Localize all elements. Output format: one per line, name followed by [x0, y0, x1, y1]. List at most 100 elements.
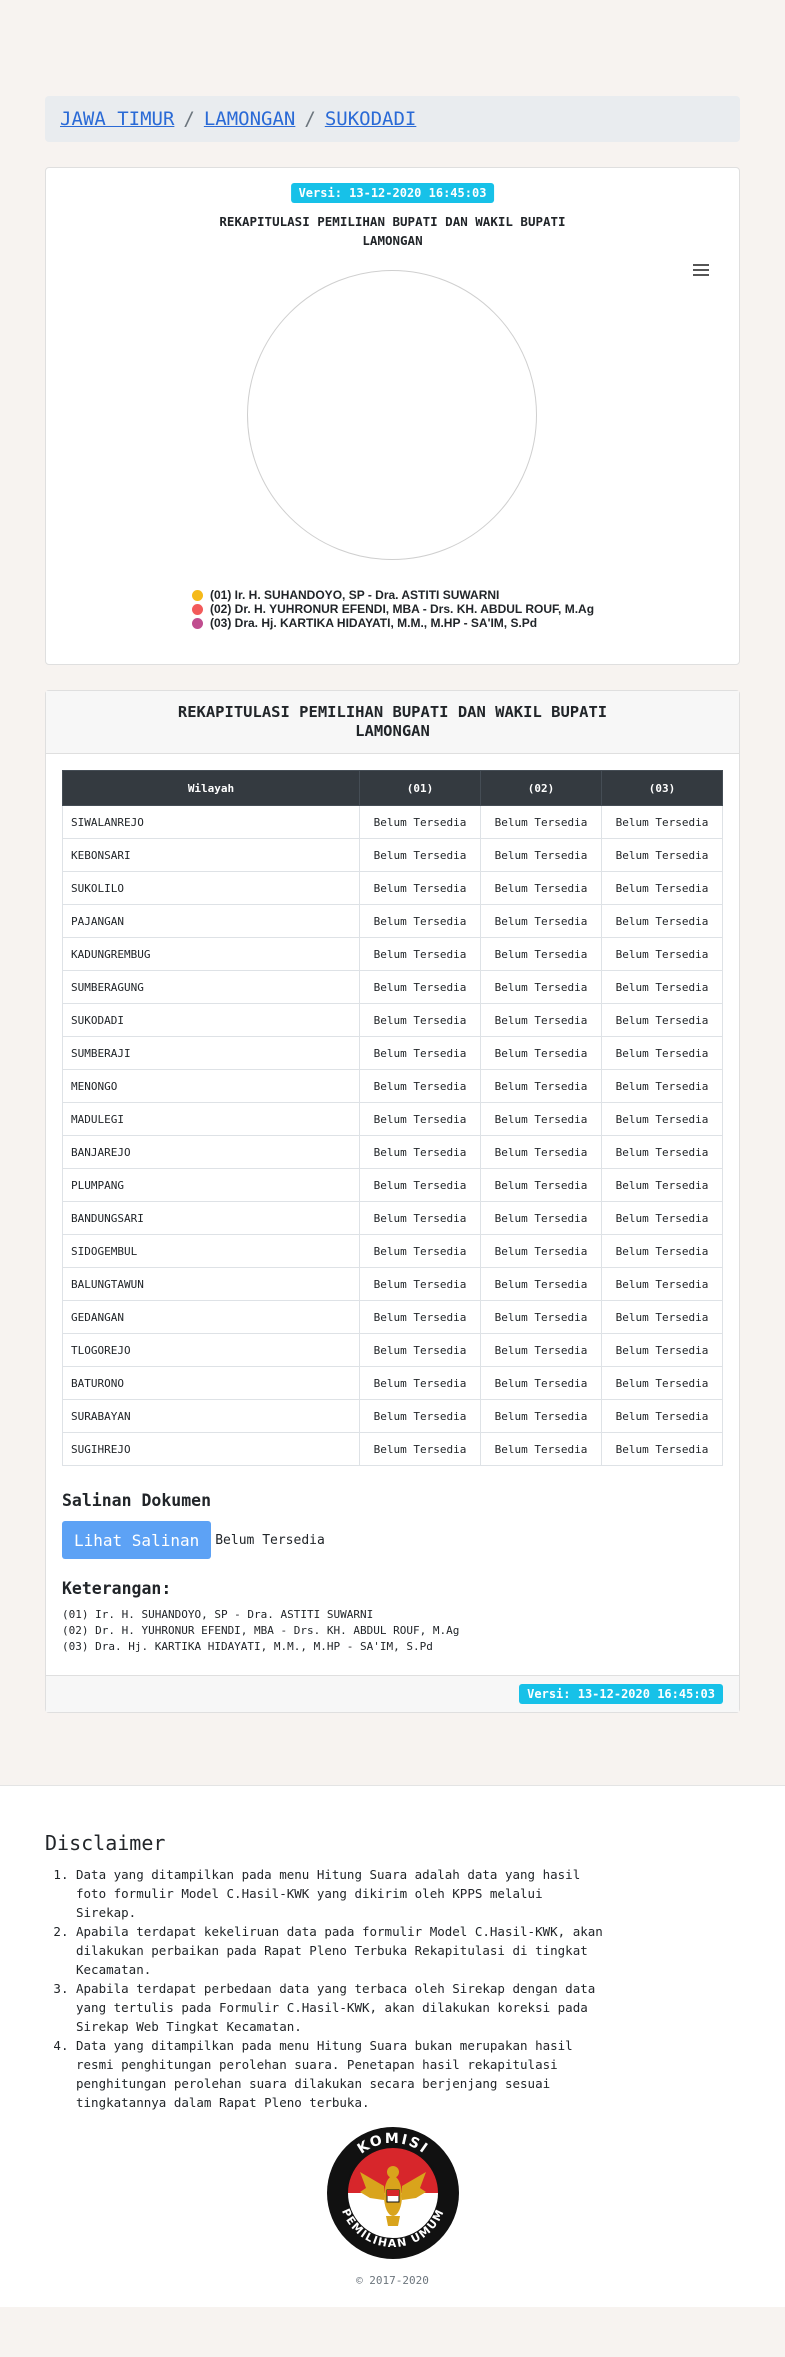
cell-votes-02: Belum Tersedia [480, 904, 602, 938]
table-card-header: REKAPITULASI PEMILIHAN BUPATI DAN WAKIL … [46, 691, 739, 754]
disclaimer-section: Disclaimer Data yang ditampilkan pada me… [0, 1785, 785, 2307]
cell-wilayah: SIWALANREJO [62, 805, 360, 839]
disclaimer-item: Apabila terdapat kekeliruan data pada fo… [76, 1922, 740, 1979]
cell-votes-01: Belum Tersedia [359, 838, 481, 872]
cell-votes-01: Belum Tersedia [359, 1069, 481, 1103]
cell-wilayah: MADULEGI [62, 1102, 360, 1136]
cell-votes-02: Belum Tersedia [480, 1366, 602, 1400]
table-row: SIWALANREJO Belum Tersedia Belum Tersedia B… [62, 805, 723, 839]
cell-votes-03: Belum Tersedia [601, 1168, 723, 1202]
disclaimer-list: Data yang ditampilkan pada menu Hitung S… [45, 1865, 740, 2112]
table-body: SIWALANREJO Belum Tersedia Belum Tersedia B… [62, 805, 723, 1466]
table-row: TLOGOREJO Belum Tersedia Belum Tersedia Bel… [62, 1333, 723, 1367]
cell-votes-03: Belum Tersedia [601, 871, 723, 905]
cell-votes-01: Belum Tersedia [359, 1102, 481, 1136]
cell-votes-02: Belum Tersedia [480, 1135, 602, 1169]
legend-label-02: (02) Dr. H. YUHRONUR EFENDI, MBA - Drs. … [210, 602, 595, 616]
keterangan-item: (02) Dr. H. YUHRONUR EFENDI, MBA - Drs. … [62, 1624, 460, 1637]
cell-wilayah: SUKODADI [62, 1003, 360, 1037]
cell-votes-01: Belum Tersedia [359, 1267, 481, 1301]
cell-votes-03: Belum Tersedia [601, 1333, 723, 1367]
breadcrumb-regency-link[interactable]: LAMONGAN [204, 108, 296, 130]
cell-votes-02: Belum Tersedia [480, 838, 602, 872]
breadcrumb-province-link[interactable]: JAWA TIMUR [60, 108, 174, 130]
cell-votes-02: Belum Tersedia [480, 970, 602, 1004]
cell-votes-01: Belum Tersedia [359, 805, 481, 839]
salinan-title: Salinan Dokumen [62, 1491, 212, 1510]
cell-votes-02: Belum Tersedia [480, 1333, 602, 1367]
cell-votes-03: Belum Tersedia [601, 1267, 723, 1301]
table-row: BANJAREJO Belum Tersedia Belum Tersedia Bel… [62, 1135, 723, 1169]
table-row: BALUNGTAWUN Belum Tersedia Belum Tersedia B… [62, 1267, 723, 1301]
cell-wilayah: BATURONO [62, 1366, 360, 1400]
cell-votes-03: Belum Tersedia [601, 937, 723, 971]
cell-votes-03: Belum Tersedia [601, 1102, 723, 1136]
kpu-logo-icon: KOMISI PEMILIHAN UMUM [326, 2127, 459, 2259]
cell-votes-02: Belum Tersedia [480, 1003, 602, 1037]
cell-votes-03: Belum Tersedia [601, 1432, 723, 1466]
table-row: KEBONSARI Belum Tersedia Belum Tersedia Bel… [62, 838, 723, 872]
cell-wilayah: PLUMPANG [62, 1168, 360, 1202]
legend-item-03[interactable]: (03) Dra. Hj. KARTIKA HIDAYATI, M.M., M.… [192, 616, 594, 630]
table-row: BANDUNGSARI Belum Tersedia Belum Tersedia B… [62, 1201, 723, 1235]
cell-votes-01: Belum Tersedia [359, 1300, 481, 1334]
breadcrumb-district-link[interactable]: SUKODADI [325, 108, 417, 130]
table-row: SIDOGEMBUL Belum Tersedia Belum Tersedia Be… [62, 1234, 723, 1268]
legend-label-03: (03) Dra. Hj. KARTIKA HIDAYATI, M.M., M.… [210, 616, 538, 630]
col-header-wilayah: Wilayah [62, 770, 360, 806]
col-header-03: (03) [601, 770, 723, 806]
results-table: Wilayah (01) (02) (03) SIWALANREJO Belum … [62, 770, 723, 1466]
disclaimer-item: Data yang ditampilkan pada menu Hitung S… [76, 1865, 740, 1922]
table-title-line1: REKAPITULASI PEMILIHAN BUPATI DAN WAKIL … [177, 703, 608, 721]
chart-title: REKAPITULASI PEMILIHAN BUPATI DAN WAKIL … [46, 212, 739, 250]
cell-votes-01: Belum Tersedia [359, 1168, 481, 1202]
salinan-status: Belum Tersedia [215, 1532, 325, 1548]
cell-votes-03: Belum Tersedia [601, 1003, 723, 1037]
chart-title-line2: LAMONGAN [362, 233, 423, 248]
legend-dot-01 [192, 589, 203, 601]
cell-votes-02: Belum Tersedia [480, 1168, 602, 1202]
cell-wilayah: TLOGOREJO [62, 1333, 360, 1367]
cell-votes-02: Belum Tersedia [480, 1201, 602, 1235]
cell-votes-02: Belum Tersedia [480, 1432, 602, 1466]
cell-votes-03: Belum Tersedia [601, 1069, 723, 1103]
cell-votes-01: Belum Tersedia [359, 1003, 481, 1037]
cell-votes-01: Belum Tersedia [359, 970, 481, 1004]
chart-menu-icon[interactable] [693, 264, 709, 276]
cell-votes-03: Belum Tersedia [601, 805, 723, 839]
version-badge: Versi: 13-12-2020 16:45:03 [290, 183, 495, 203]
cell-votes-02: Belum Tersedia [480, 1036, 602, 1070]
cell-wilayah: SUKOLILO [62, 871, 360, 905]
table-row: MENONGO Belum Tersedia Belum Tersedia Belum… [62, 1069, 723, 1103]
cell-wilayah: MENONGO [62, 1069, 360, 1103]
cell-votes-01: Belum Tersedia [359, 1366, 481, 1400]
table-row: KADUNGREMBUG Belum Tersedia Belum Tersedia… [62, 937, 723, 971]
cell-votes-02: Belum Tersedia [480, 871, 602, 905]
results-table-card: REKAPITULASI PEMILIHAN BUPATI DAN WAKIL … [45, 690, 740, 1713]
breadcrumb-separator: / [183, 108, 195, 130]
table-title-line2: LAMONGAN [355, 722, 430, 740]
cell-votes-03: Belum Tersedia [601, 1399, 723, 1433]
table-card-footer: Versi: 13-12-2020 16:45:03 [46, 1675, 739, 1712]
cell-wilayah: GEDANGAN [62, 1300, 360, 1334]
cell-votes-03: Belum Tersedia [601, 904, 723, 938]
table-card-body: Wilayah (01) (02) (03) SIWALANREJO Belum … [46, 754, 739, 1675]
table-row: SUMBERAGUNG Belum Tersedia Belum Tersedia B… [62, 970, 723, 1004]
cell-votes-01: Belum Tersedia [359, 1399, 481, 1433]
breadcrumb-separator: / [304, 108, 316, 130]
col-header-02: (02) [480, 770, 602, 806]
lihat-salinan-button[interactable]: Lihat Salinan [62, 1521, 212, 1559]
legend-item-01[interactable]: (01) Ir. H. SUHANDOYO, SP - Dra. ASTITI … [192, 588, 594, 602]
cell-votes-03: Belum Tersedia [601, 838, 723, 872]
table-row: PLUMPANG Belum Tersedia Belum Tersedia Belu… [62, 1168, 723, 1202]
table-row: SUKODADI Belum Tersedia Belum Tersedia Belu… [62, 1003, 723, 1037]
cell-votes-01: Belum Tersedia [359, 1201, 481, 1235]
disclaimer-title: Disclaimer [45, 1831, 166, 1855]
kpu-logo: KOMISI PEMILIHAN UMUM [45, 2126, 740, 2264]
cell-votes-03: Belum Tersedia [601, 1201, 723, 1235]
cell-votes-03: Belum Tersedia [601, 970, 723, 1004]
legend-dot-02 [192, 603, 203, 615]
cell-votes-02: Belum Tersedia [480, 1399, 602, 1433]
legend-item-02[interactable]: (02) Dr. H. YUHRONUR EFENDI, MBA - Drs. … [192, 602, 594, 616]
cell-votes-02: Belum Tersedia [480, 1234, 602, 1268]
